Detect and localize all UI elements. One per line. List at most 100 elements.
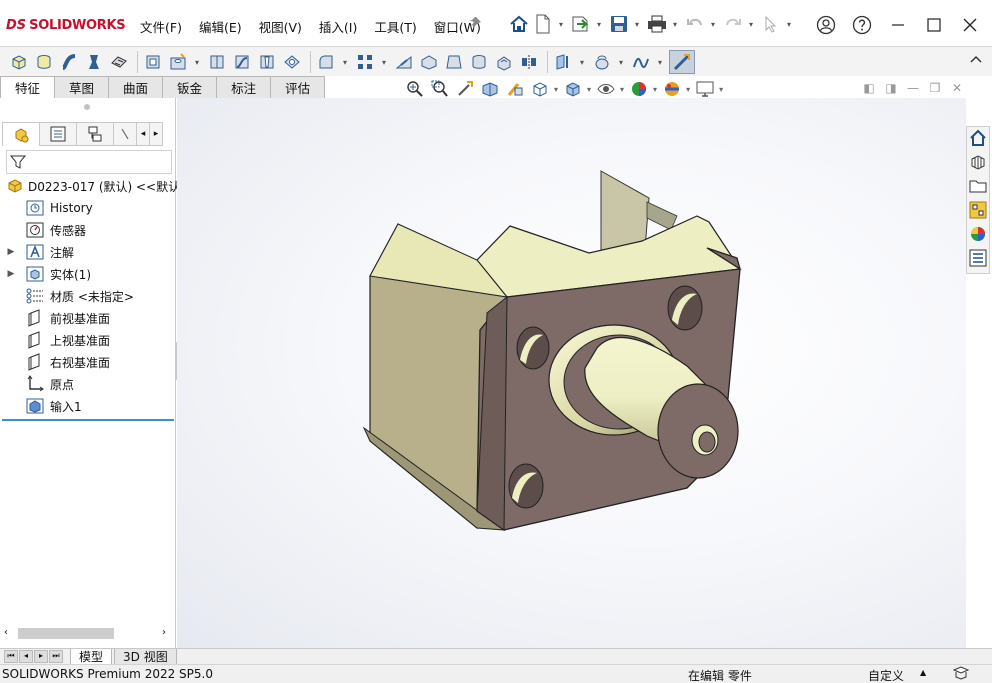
tree-root[interactable]: D0223-017 (默认) <<默认	[0, 175, 180, 197]
hide-show-dropdown-icon[interactable]: ▾	[620, 85, 624, 94]
tree-item-solid-bodies[interactable]: ▶ 实体(1)	[0, 263, 176, 285]
prev-tab-icon[interactable]: ◂	[19, 650, 33, 663]
pin-icon[interactable]	[468, 16, 482, 33]
display-style-dropdown-icon[interactable]: ▾	[587, 85, 591, 94]
apply-scene-icon[interactable]	[661, 79, 683, 99]
quick-tips-icon[interactable]	[952, 666, 970, 683]
tab-markup[interactable]: 标注	[216, 76, 272, 98]
close-icon[interactable]	[952, 12, 988, 38]
tree-item-material[interactable]: 材质 <未指定>	[0, 285, 176, 307]
tab-scroll-left-icon[interactable]: ◂	[136, 122, 150, 146]
rib-icon[interactable]	[393, 51, 415, 73]
view-settings-icon[interactable]	[694, 79, 716, 99]
mirror-icon[interactable]	[518, 51, 540, 73]
pattern-dropdown-icon[interactable]: ▾	[379, 58, 389, 67]
panel-horizontal-scrollbar[interactable]: ‹ ›	[2, 626, 174, 642]
bolt-hole[interactable]	[508, 463, 544, 509]
curves-icon[interactable]	[591, 51, 613, 73]
curves-dropdown-icon[interactable]: ▾	[616, 58, 626, 67]
apply-scene-dropdown-icon[interactable]: ▾	[686, 85, 690, 94]
last-tab-icon[interactable]: ⏭	[49, 650, 63, 663]
file-explorer-icon[interactable]	[967, 175, 989, 197]
edit-appearance-dropdown-icon[interactable]: ▾	[653, 85, 657, 94]
redo-icon[interactable]	[722, 13, 744, 35]
new-dropdown-icon[interactable]: ▾	[556, 20, 566, 29]
doc-minimize-icon[interactable]: —	[902, 81, 924, 95]
reference-geometry-icon[interactable]	[552, 51, 574, 73]
revolved-boss-icon[interactable]	[33, 51, 55, 73]
redo-dropdown-icon[interactable]: ▾	[746, 20, 756, 29]
doc-restore-icon[interactable]: ❐	[924, 81, 946, 95]
open-dropdown-icon[interactable]: ▾	[594, 20, 604, 29]
linear-pattern-icon[interactable]	[354, 51, 376, 73]
view-settings-dropdown-icon[interactable]: ▾	[719, 85, 723, 94]
swept-boss-icon[interactable]	[58, 51, 80, 73]
doc-close-icon[interactable]: ✕	[946, 81, 968, 95]
next-tab-icon[interactable]: ▸	[34, 650, 48, 663]
tree-item-top-plane[interactable]: 上视基准面	[0, 329, 176, 351]
view-orientation-dropdown-icon[interactable]: ▾	[554, 85, 558, 94]
hole-wizard-icon[interactable]	[167, 51, 189, 73]
panel-grip-icon[interactable]	[84, 104, 90, 110]
section-view-icon[interactable]	[479, 79, 501, 99]
filter-icon[interactable]	[9, 154, 27, 173]
draft-icon[interactable]	[443, 51, 465, 73]
tab-sheet-metal[interactable]: 钣金	[162, 76, 218, 98]
menu-view[interactable]: 视图(V)	[259, 17, 302, 36]
scroll-thumb[interactable]	[18, 628, 114, 639]
fillet-icon[interactable]	[315, 51, 337, 73]
tab-evaluate[interactable]: 评估	[270, 76, 326, 98]
tree-item-annotations[interactable]: ▶ 注解	[0, 241, 176, 263]
tab-3d-views[interactable]: 3D 视图	[114, 649, 177, 665]
rollback-bar[interactable]	[2, 419, 174, 421]
solidworks-logo[interactable]: DS SOLIDWORKS	[6, 17, 126, 33]
next-window-icon[interactable]: ◨	[880, 81, 902, 95]
wrap-icon[interactable]	[418, 51, 440, 73]
revolved-cut-icon[interactable]	[206, 51, 228, 73]
minimize-icon[interactable]	[880, 12, 916, 38]
tab-surfaces[interactable]: 曲面	[108, 76, 164, 98]
tree-item-origin[interactable]: 原点	[0, 373, 176, 395]
configuration-manager-tab-icon[interactable]	[76, 122, 114, 146]
appearances-icon[interactable]	[967, 223, 989, 245]
lofted-cut-icon[interactable]	[256, 51, 278, 73]
tree-item-imported[interactable]: 输入1	[0, 395, 176, 417]
open-icon[interactable]	[570, 13, 592, 35]
hide-show-items-icon[interactable]	[595, 79, 617, 99]
maximize-icon[interactable]	[916, 12, 952, 38]
previous-window-icon[interactable]: ◧	[858, 81, 880, 95]
feature-tree-filter[interactable]	[6, 150, 172, 174]
boundary-cut-icon[interactable]	[281, 51, 303, 73]
display-style-icon[interactable]	[562, 79, 584, 99]
view-palette-icon[interactable]	[967, 199, 989, 221]
select-dropdown-icon[interactable]: ▾	[784, 20, 794, 29]
feature-manager-tab-icon[interactable]	[2, 122, 40, 146]
save-dropdown-icon[interactable]: ▾	[632, 20, 642, 29]
print-dropdown-icon[interactable]: ▾	[670, 20, 680, 29]
menu-file[interactable]: 文件(F)	[140, 17, 182, 36]
tab-model[interactable]: 模型	[70, 649, 113, 665]
unit-system-caret-icon[interactable]: ▲	[920, 668, 926, 677]
reference-dropdown-icon[interactable]: ▾	[577, 58, 587, 67]
menu-insert[interactable]: 插入(I)	[319, 17, 357, 36]
first-tab-icon[interactable]: ⏮	[4, 650, 18, 663]
swept-cut-icon[interactable]	[231, 51, 253, 73]
unit-system[interactable]: 自定义	[868, 667, 904, 683]
boundary-boss-icon[interactable]	[108, 51, 130, 73]
scroll-left-icon[interactable]: ‹	[4, 627, 8, 638]
custom-properties-icon[interactable]	[967, 247, 989, 269]
shell-icon[interactable]	[493, 51, 515, 73]
fillet-dropdown-icon[interactable]: ▾	[340, 58, 350, 67]
part-model[interactable]	[177, 98, 966, 648]
dynamic-annotation-icon[interactable]	[504, 79, 526, 99]
tab-features[interactable]: 特征	[0, 76, 56, 98]
expand-arrow-icon[interactable]: ▶	[6, 269, 16, 279]
tree-item-history[interactable]: History	[0, 197, 176, 219]
select-arrow-icon[interactable]	[760, 13, 782, 35]
undo-icon[interactable]	[684, 13, 706, 35]
undo-dropdown-icon[interactable]: ▾	[708, 20, 718, 29]
tree-item-right-plane[interactable]: 右视基准面	[0, 351, 176, 373]
tree-item-sensors[interactable]: 传感器	[0, 219, 176, 241]
lofted-boss-icon[interactable]	[83, 51, 105, 73]
previous-view-icon[interactable]	[454, 79, 476, 99]
